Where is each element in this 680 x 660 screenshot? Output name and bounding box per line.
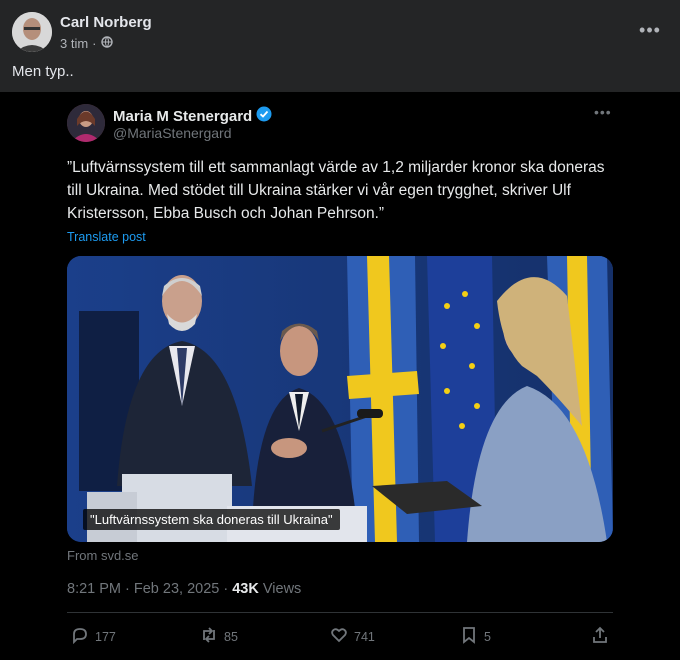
views-count: 43K xyxy=(232,581,259,597)
reply-icon xyxy=(71,626,89,647)
like-count: 741 xyxy=(354,629,375,644)
meta-separator: · xyxy=(92,36,97,51)
repost-icon xyxy=(200,626,218,647)
bookmark-count: 5 xyxy=(484,629,491,644)
like-button[interactable]: 741 xyxy=(330,626,375,647)
bookmark-button[interactable]: 5 xyxy=(460,626,491,647)
tweet-author-name[interactable]: Maria M Stenergard xyxy=(113,108,252,125)
more-icon[interactable]: ••• xyxy=(594,104,614,120)
globe-icon xyxy=(100,36,113,51)
facebook-post-header: Carl Norberg 3 tim · ••• Men typ.. xyxy=(0,0,680,92)
link-source[interactable]: From svd.se xyxy=(67,548,139,563)
tweet-text: ”Luftvärnssystem till ett sammanlagt vär… xyxy=(67,159,605,222)
more-icon[interactable]: ••• xyxy=(636,20,664,40)
views-label: Views xyxy=(258,581,302,597)
author-avatar[interactable] xyxy=(12,12,52,52)
tweet-handle[interactable]: @MariaStenergard xyxy=(113,125,232,141)
divider xyxy=(67,612,613,613)
embedded-tweet: Maria M Stenergard @MariaStenergard ••• … xyxy=(0,92,680,660)
post-meta: 3 tim · xyxy=(60,36,113,51)
tweet-author: Maria M Stenergard xyxy=(113,106,272,126)
bookmark-icon xyxy=(460,626,478,647)
tweet-actions: 177 85 741 5 xyxy=(67,626,613,648)
verified-icon xyxy=(256,106,272,126)
tweet-time[interactable]: 8:21 PM · Feb 23, 2025 · xyxy=(67,581,232,597)
repost-button[interactable]: 85 xyxy=(200,626,238,647)
post-time[interactable]: 3 tim xyxy=(60,36,88,51)
like-icon xyxy=(330,626,348,647)
share-icon xyxy=(591,626,609,647)
reply-count: 177 xyxy=(95,629,116,644)
translate-link[interactable]: Translate post xyxy=(67,230,146,244)
tweet-media-photo[interactable]: "Luftvärnssystem ska doneras till Ukrain… xyxy=(67,256,613,542)
author-name[interactable]: Carl Norberg xyxy=(60,14,152,31)
repost-count: 85 xyxy=(224,629,238,644)
tweet-avatar[interactable] xyxy=(67,104,105,142)
share-button[interactable] xyxy=(591,626,609,647)
reply-button[interactable]: 177 xyxy=(71,626,116,647)
press-conference-photo xyxy=(67,256,613,542)
tweet-timestamp: 8:21 PM · Feb 23, 2025 · 43K Views xyxy=(67,581,301,597)
post-text: Men typ.. xyxy=(12,63,74,80)
media-caption: "Luftvärnssystem ska doneras till Ukrain… xyxy=(83,509,340,530)
